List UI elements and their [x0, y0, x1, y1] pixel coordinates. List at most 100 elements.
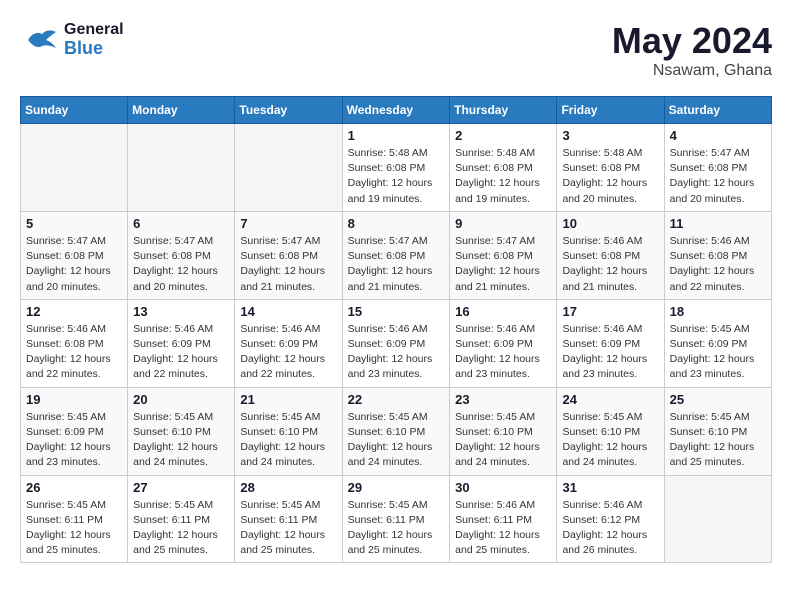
title-block: May 2024 Nsawam, Ghana — [612, 20, 772, 80]
day-cell-27: 27Sunrise: 5:45 AMSunset: 6:11 PMDayligh… — [128, 475, 235, 563]
logo-general-text: General — [64, 21, 124, 39]
day-info: Sunrise: 5:46 AMSunset: 6:12 PMDaylight:… — [562, 498, 658, 559]
day-cell-5: 5Sunrise: 5:47 AMSunset: 6:08 PMDaylight… — [21, 211, 128, 299]
day-cell-1: 1Sunrise: 5:48 AMSunset: 6:08 PMDaylight… — [342, 124, 450, 212]
day-number: 7 — [240, 216, 336, 231]
day-info: Sunrise: 5:45 AMSunset: 6:10 PMDaylight:… — [240, 410, 336, 471]
day-info: Sunrise: 5:45 AMSunset: 6:11 PMDaylight:… — [26, 498, 122, 559]
day-cell-29: 29 Sunrise: 5:45 AMSunset: 6:11 PMDayligh… — [342, 475, 450, 563]
day-info: Sunrise: 5:45 AMSunset: 6:11 PMDaylight:… — [133, 498, 229, 559]
day-info: Sunrise: 5:45 AMSunset: 6:10 PMDaylight:… — [670, 410, 766, 471]
day-number: 6 — [133, 216, 229, 231]
day-info: Sunrise: 5:45 AMSunset: 6:10 PMDaylight:… — [562, 410, 658, 471]
day-number: 30 — [455, 480, 551, 495]
week-row-3: 12 Sunrise: 5:46 AMSunset: 6:08 PMDayligh… — [21, 299, 772, 387]
logo-icon — [20, 20, 60, 60]
day-cell-24: 24 Sunrise: 5:45 AMSunset: 6:10 PMDayligh… — [557, 387, 664, 475]
day-cell-25: 25 Sunrise: 5:45 AMSunset: 6:10 PMDayligh… — [664, 387, 771, 475]
day-number: 3 — [562, 128, 658, 143]
day-number: 25 — [670, 392, 766, 407]
col-header-tuesday: Tuesday — [235, 97, 342, 124]
day-number: 11 — [670, 216, 766, 231]
day-info: Sunrise: 5:48 AMSunset: 6:08 PMDaylight:… — [455, 146, 551, 207]
day-cell-21: 21 Sunrise: 5:45 AMSunset: 6:10 PMDayligh… — [235, 387, 342, 475]
day-info: Sunrise: 5:46 AMSunset: 6:09 PMDaylight:… — [240, 322, 336, 383]
day-cell-28: 28 Sunrise: 5:45 AMSunset: 6:11 PMDayligh… — [235, 475, 342, 563]
day-number: 10 — [562, 216, 658, 231]
day-number: 8 — [348, 216, 445, 231]
day-info: Sunrise: 5:47 AMSunset: 6:08 PMDaylight:… — [455, 234, 551, 295]
empty-cell — [21, 124, 128, 212]
day-cell-17: 17 Sunrise: 5:46 AMSunset: 6:09 PMDayligh… — [557, 299, 664, 387]
day-cell-8: 8Sunrise: 5:47 AMSunset: 6:08 PMDaylight… — [342, 211, 450, 299]
day-info: Sunrise: 5:46 AMSunset: 6:08 PMDaylight:… — [670, 234, 766, 295]
col-header-sunday: Sunday — [21, 97, 128, 124]
day-cell-23: 23Sunrise: 5:45 AMSunset: 6:10 PMDayligh… — [450, 387, 557, 475]
day-info: Sunrise: 5:46 AMSunset: 6:09 PMDaylight:… — [562, 322, 658, 383]
day-number: 4 — [670, 128, 766, 143]
day-number: 23 — [455, 392, 551, 407]
day-number: 13 — [133, 304, 229, 319]
col-header-thursday: Thursday — [450, 97, 557, 124]
day-info: Sunrise: 5:46 AMSunset: 6:08 PMDaylight:… — [562, 234, 658, 295]
day-number: 15 — [348, 304, 445, 319]
day-cell-18: 18 Sunrise: 5:45 AMSunset: 6:09 PMDayligh… — [664, 299, 771, 387]
empty-cell — [128, 124, 235, 212]
day-number: 9 — [455, 216, 551, 231]
week-row-4: 19 Sunrise: 5:45 AMSunset: 6:09 PMDayligh… — [21, 387, 772, 475]
day-number: 18 — [670, 304, 766, 319]
day-number: 16 — [455, 304, 551, 319]
day-cell-3: 3 Sunrise: 5:48 AMSunset: 6:08 PMDaylight… — [557, 124, 664, 212]
day-cell-16: 16 Sunrise: 5:46 AMSunset: 6:09 PMDayligh… — [450, 299, 557, 387]
day-number: 28 — [240, 480, 336, 495]
day-cell-7: 7 Sunrise: 5:47 AMSunset: 6:08 PMDaylight… — [235, 211, 342, 299]
day-cell-20: 20 Sunrise: 5:45 AMSunset: 6:10 PMDayligh… — [128, 387, 235, 475]
day-cell-2: 2Sunrise: 5:48 AMSunset: 6:08 PMDaylight… — [450, 124, 557, 212]
day-cell-10: 10 Sunrise: 5:46 AMSunset: 6:08 PMDayligh… — [557, 211, 664, 299]
day-number: 24 — [562, 392, 658, 407]
empty-cell — [235, 124, 342, 212]
day-cell-14: 14 Sunrise: 5:46 AMSunset: 6:09 PMDayligh… — [235, 299, 342, 387]
calendar-header-row: SundayMondayTuesdayWednesdayThursdayFrid… — [21, 97, 772, 124]
day-cell-26: 26Sunrise: 5:45 AMSunset: 6:11 PMDayligh… — [21, 475, 128, 563]
day-info: Sunrise: 5:47 AMSunset: 6:08 PMDaylight:… — [240, 234, 336, 295]
col-header-saturday: Saturday — [664, 97, 771, 124]
location-title: Nsawam, Ghana — [612, 62, 772, 80]
day-cell-15: 15Sunrise: 5:46 AMSunset: 6:09 PMDayligh… — [342, 299, 450, 387]
day-number: 14 — [240, 304, 336, 319]
day-number: 19 — [26, 392, 122, 407]
col-header-wednesday: Wednesday — [342, 97, 450, 124]
day-info: Sunrise: 5:45 AMSunset: 6:09 PMDaylight:… — [26, 410, 122, 471]
day-info: Sunrise: 5:46 AMSunset: 6:11 PMDaylight:… — [455, 498, 551, 559]
col-header-friday: Friday — [557, 97, 664, 124]
day-number: 20 — [133, 392, 229, 407]
day-cell-22: 22Sunrise: 5:45 AMSunset: 6:10 PMDayligh… — [342, 387, 450, 475]
day-number: 21 — [240, 392, 336, 407]
day-info: Sunrise: 5:48 AMSunset: 6:08 PMDaylight:… — [348, 146, 445, 207]
day-cell-31: 31Sunrise: 5:46 AMSunset: 6:12 PMDayligh… — [557, 475, 664, 563]
day-info: Sunrise: 5:46 AMSunset: 6:08 PMDaylight:… — [26, 322, 122, 383]
day-info: Sunrise: 5:45 AMSunset: 6:09 PMDaylight:… — [670, 322, 766, 383]
day-number: 29 — [348, 480, 445, 495]
logo-name: General Blue — [64, 21, 124, 58]
week-row-1: 1Sunrise: 5:48 AMSunset: 6:08 PMDaylight… — [21, 124, 772, 212]
day-number: 17 — [562, 304, 658, 319]
day-info: Sunrise: 5:47 AMSunset: 6:08 PMDaylight:… — [26, 234, 122, 295]
day-cell-19: 19 Sunrise: 5:45 AMSunset: 6:09 PMDayligh… — [21, 387, 128, 475]
day-info: Sunrise: 5:45 AMSunset: 6:10 PMDaylight:… — [133, 410, 229, 471]
day-cell-13: 13Sunrise: 5:46 AMSunset: 6:09 PMDayligh… — [128, 299, 235, 387]
day-number: 12 — [26, 304, 122, 319]
day-info: Sunrise: 5:46 AMSunset: 6:09 PMDaylight:… — [455, 322, 551, 383]
empty-cell — [664, 475, 771, 563]
day-cell-6: 6 Sunrise: 5:47 AMSunset: 6:08 PMDaylight… — [128, 211, 235, 299]
day-info: Sunrise: 5:45 AMSunset: 6:10 PMDaylight:… — [348, 410, 445, 471]
day-cell-30: 30 Sunrise: 5:46 AMSunset: 6:11 PMDayligh… — [450, 475, 557, 563]
day-info: Sunrise: 5:45 AMSunset: 6:11 PMDaylight:… — [240, 498, 336, 559]
day-info: Sunrise: 5:48 AMSunset: 6:08 PMDaylight:… — [562, 146, 658, 207]
logo-blue-text: Blue — [64, 39, 124, 59]
day-info: Sunrise: 5:45 AMSunset: 6:11 PMDaylight:… — [348, 498, 445, 559]
day-info: Sunrise: 5:47 AMSunset: 6:08 PMDaylight:… — [133, 234, 229, 295]
week-row-5: 26Sunrise: 5:45 AMSunset: 6:11 PMDayligh… — [21, 475, 772, 563]
calendar-table: SundayMondayTuesdayWednesdayThursdayFrid… — [20, 96, 772, 563]
day-cell-11: 11 Sunrise: 5:46 AMSunset: 6:08 PMDayligh… — [664, 211, 771, 299]
